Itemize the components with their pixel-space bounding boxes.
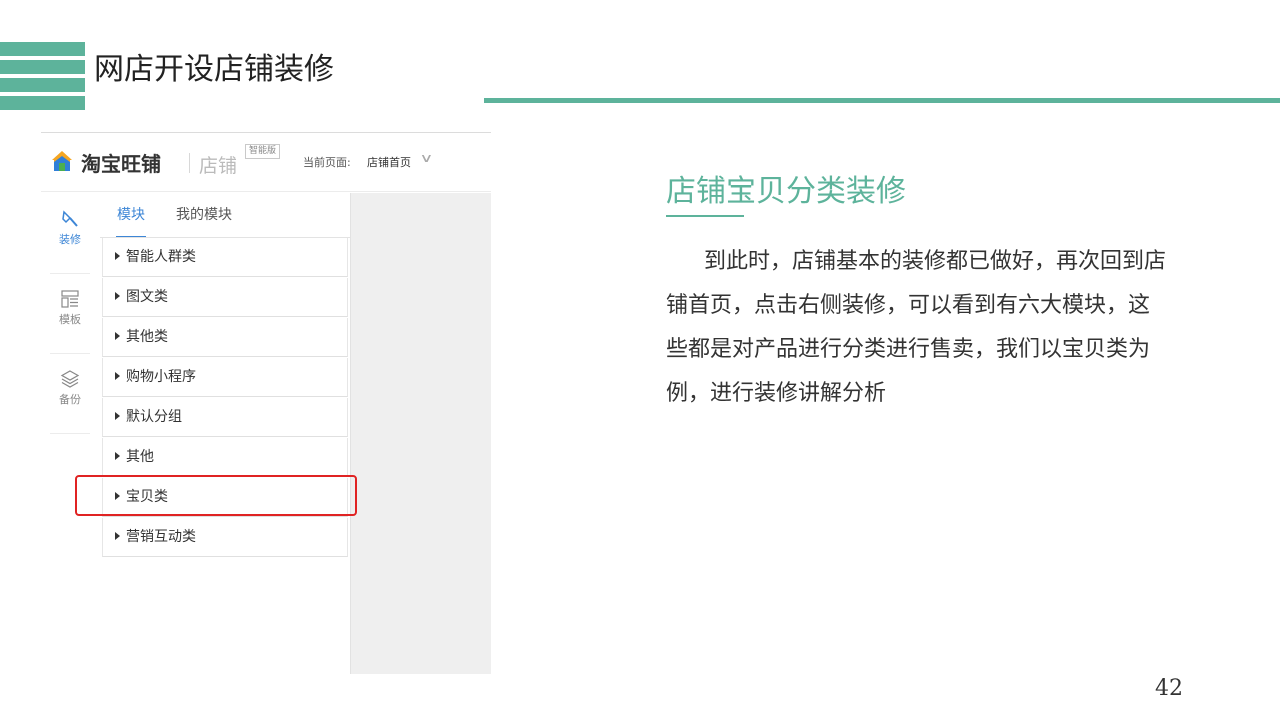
category-item[interactable]: 其他类 [102,318,348,357]
nav-label-decorate: 装修 [59,233,81,246]
brand-divider [189,153,190,173]
category-item[interactable]: 默认分组 [102,398,348,437]
hammer-icon [62,210,78,227]
nav-item-template[interactable]: 模板 [50,273,90,354]
caret-right-icon [115,372,120,380]
header-stripe [0,96,85,110]
module-panel: 模块 我的模块 智能人群类 图文类 其他类 购物小程序 默认分组 其他 宝贝类 … [100,193,351,674]
store-editor-screenshot: 淘宝旺铺 店铺 智能版 当前页面: 店铺首页 ∨ 装修 模板 备份 模块 我的模… [41,132,491,674]
brand-name: 淘宝旺铺 [81,152,161,176]
caret-right-icon [115,252,120,260]
chevron-down-icon[interactable]: ∨ [419,151,433,165]
caret-right-icon [115,412,120,420]
nav-label-backup: 备份 [59,393,81,406]
tab-my-modules[interactable]: 我的模块 [176,193,232,237]
brand-subtitle: 店铺 [199,155,238,177]
category-label: 图文类 [126,289,168,305]
category-item[interactable]: 购物小程序 [102,358,348,397]
taobao-store-logo-icon [52,151,72,171]
body-paragraph: 到此时，店铺基本的装修都已做好，再次回到店铺首页，点击右侧装修，可以看到有六大模… [666,249,1167,406]
nav-item-decorate[interactable]: 装修 [50,193,90,274]
header-stripe [0,78,85,92]
template-icon [61,290,79,308]
edition-badge: 智能版 [245,144,281,159]
category-label: 其他 [126,449,154,465]
tab-modules[interactable]: 模块 [116,193,146,238]
section-underline [666,215,744,217]
current-page-label: 当前页面: [303,156,351,169]
category-item[interactable]: 图文类 [102,278,348,317]
nav-label-template: 模板 [59,313,81,326]
caret-right-icon [115,292,120,300]
editor-topbar: 淘宝旺铺 店铺 智能版 当前页面: 店铺首页 ∨ [41,133,491,192]
category-label: 购物小程序 [126,369,196,385]
nav-item-backup[interactable]: 备份 [50,353,90,434]
category-item[interactable]: 其他 [102,438,348,477]
category-label: 其他类 [126,329,168,345]
slide-title: 网店开设店铺装修 [94,52,334,87]
page-number: 42 [1155,676,1183,701]
category-item[interactable]: 智能人群类 [102,238,348,277]
category-label: 智能人群类 [126,249,196,265]
caret-right-icon [115,532,120,540]
current-page-select[interactable]: 店铺首页 [367,154,411,170]
category-label: 默认分组 [126,409,182,425]
caret-right-icon [115,332,120,340]
left-nav: 装修 模板 备份 [41,193,101,674]
header-stripe [0,60,85,74]
header-stripe [0,42,85,56]
category-item[interactable]: 营销互动类 [102,518,348,557]
header-rule [484,98,1280,103]
caret-right-icon [115,452,120,460]
layers-icon [60,370,80,388]
highlight-box [75,475,357,516]
category-label: 营销互动类 [126,529,196,545]
section-title: 店铺宝贝分类装修 [666,174,906,209]
canvas-area [351,193,491,674]
